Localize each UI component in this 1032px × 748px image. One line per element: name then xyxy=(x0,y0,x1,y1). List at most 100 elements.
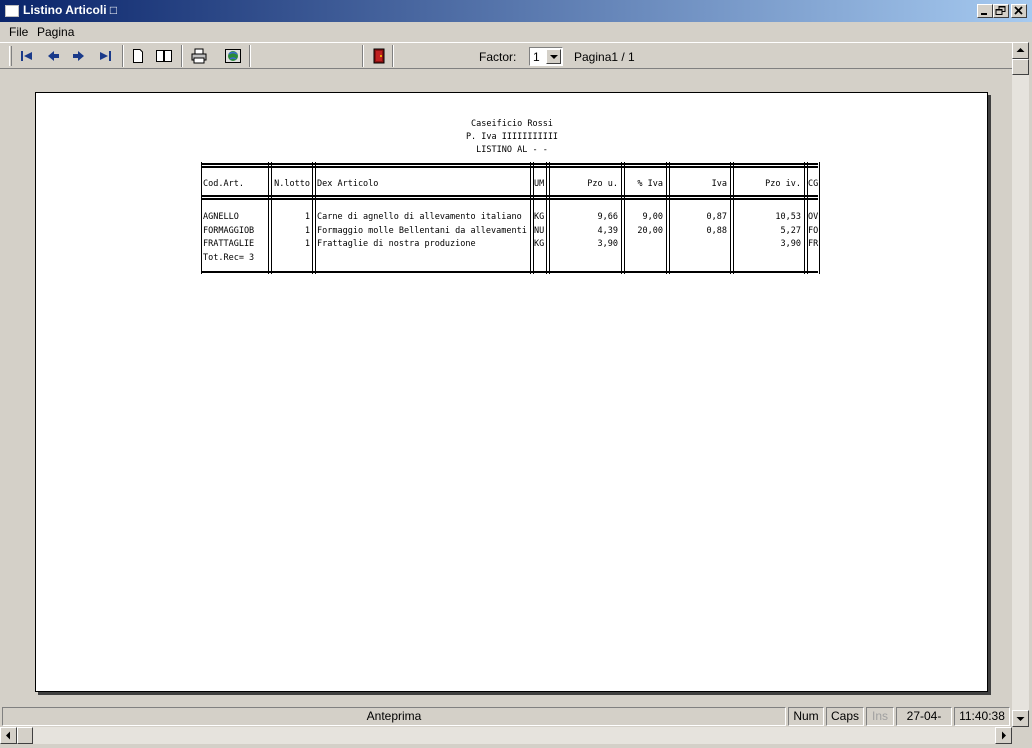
total-records: Tot.Rec= 3 xyxy=(203,253,255,263)
table-rule-header xyxy=(202,195,818,197)
restore-button[interactable] xyxy=(993,4,1009,18)
table-cell: Frattaglie di nostra produzione xyxy=(317,239,476,249)
table-column-divider xyxy=(315,162,316,274)
table-column-divider xyxy=(201,162,202,274)
arrow-right-icon xyxy=(1002,731,1006,740)
first-page-icon xyxy=(21,51,32,61)
header-pzo-u: Pzo u. xyxy=(587,179,618,189)
table-cell: 10,53 xyxy=(775,212,801,222)
table-cell: 3,90 xyxy=(597,239,618,249)
table-column-divider xyxy=(530,162,531,274)
printer-icon xyxy=(191,48,207,64)
arrow-up-icon xyxy=(1016,48,1025,52)
header-dex-articolo: Dex Articolo xyxy=(317,179,379,189)
report-vat: P. Iva IIIIIIIIIII xyxy=(465,132,559,142)
table-column-divider xyxy=(730,162,731,274)
table-cell: Carne di agnello di allevamento italiano xyxy=(317,212,522,222)
next-page-button[interactable] xyxy=(68,46,90,66)
table-cell: NU xyxy=(534,226,545,236)
scroll-right-button[interactable] xyxy=(995,727,1012,744)
table-rule-top xyxy=(202,163,818,165)
table-cell: 20,00 xyxy=(637,226,663,236)
table-column-divider xyxy=(312,162,313,274)
dropdown-arrow-icon[interactable] xyxy=(546,49,561,64)
exit-button[interactable] xyxy=(368,46,390,66)
scroll-thumb[interactable] xyxy=(17,727,33,744)
menu-file[interactable]: File xyxy=(9,25,28,39)
table-column-divider xyxy=(268,162,269,274)
last-page-button[interactable] xyxy=(94,46,116,66)
table-cell: 1 xyxy=(304,226,310,236)
previous-page-icon xyxy=(48,51,59,61)
factor-select[interactable]: 1 xyxy=(529,47,563,66)
table-cell: OV xyxy=(808,212,819,222)
status-message: Anteprima xyxy=(2,707,786,726)
previous-page-button[interactable] xyxy=(42,46,64,66)
horizontal-scrollbar[interactable] xyxy=(0,727,1012,744)
table-cell: FO xyxy=(808,226,819,236)
toolbar-grip xyxy=(9,46,12,66)
report-company: Caseificio Rossi xyxy=(471,119,553,129)
menu-bar: File Pagina xyxy=(0,22,1032,42)
header-cod-art: Cod.Art. xyxy=(203,179,244,189)
table-cell: KG xyxy=(534,212,545,222)
menu-pagina[interactable]: Pagina xyxy=(37,25,74,39)
header-perc-iva: % Iva xyxy=(637,179,663,189)
status-time: 11:40:38 xyxy=(954,707,1010,726)
header-cg: CG xyxy=(808,179,819,189)
table-cell: 5,27 xyxy=(780,226,801,236)
table-cell: 9,66 xyxy=(597,212,618,222)
header-n-lotto: N.lotto xyxy=(274,179,310,189)
title-bar: Listino Articoli □ xyxy=(0,0,1032,22)
close-button[interactable] xyxy=(1011,4,1027,18)
table-column-divider xyxy=(666,162,667,274)
table-cell: 0,87 xyxy=(706,212,727,222)
scroll-up-button[interactable] xyxy=(1012,42,1029,59)
app-icon xyxy=(5,5,19,17)
next-page-icon xyxy=(73,51,84,61)
factor-label: Factor: xyxy=(479,50,517,64)
status-bar: Anteprima Num Caps Ins 27-04-2016 11:40:… xyxy=(0,705,1012,727)
scroll-down-button[interactable] xyxy=(1012,710,1029,727)
scroll-thumb[interactable] xyxy=(1012,59,1029,75)
toolbar-separator xyxy=(181,45,183,67)
page-indicator: Pagina1 / 1 xyxy=(574,50,635,64)
table-rule-top xyxy=(202,166,818,168)
two-pages-icon xyxy=(156,50,172,62)
first-page-button[interactable] xyxy=(16,46,38,66)
minimize-button[interactable] xyxy=(977,4,993,18)
close-icon xyxy=(1014,6,1023,15)
table-rule-bottom xyxy=(202,271,818,273)
table-column-divider xyxy=(546,162,547,274)
vertical-scrollbar[interactable] xyxy=(1012,42,1029,727)
header-um: UM xyxy=(534,179,545,189)
toolbar-separator xyxy=(392,45,394,67)
table-cell: 3,90 xyxy=(780,239,801,249)
header-iva: Iva xyxy=(711,179,727,189)
minimize-icon xyxy=(981,13,987,15)
export-button[interactable] xyxy=(222,46,244,66)
table-cell: Formaggio molle Bellentani da allevament… xyxy=(317,226,527,236)
window-title: Listino Articoli □ xyxy=(23,3,118,17)
restore-icon xyxy=(995,6,1006,15)
arrow-down-icon xyxy=(1016,717,1025,721)
table-cell: 0,88 xyxy=(706,226,727,236)
toolbar-separator xyxy=(249,45,251,67)
report-listino-date: LISTINO AL - - xyxy=(476,145,548,155)
factor-value: 1 xyxy=(533,50,540,64)
arrow-left-icon xyxy=(6,731,10,740)
table-cell: KG xyxy=(534,239,545,249)
status-ins: Ins xyxy=(866,707,894,726)
scroll-left-button[interactable] xyxy=(0,727,17,744)
status-caps: Caps xyxy=(826,707,864,726)
table-cell: 1 xyxy=(304,212,310,222)
table-cell: 4,39 xyxy=(597,226,618,236)
report-table: Cod.Art. N.lotto Dex Articolo UM Pzo u. … xyxy=(200,162,822,274)
last-page-icon xyxy=(100,51,111,61)
single-page-button[interactable] xyxy=(127,46,149,66)
print-button[interactable] xyxy=(188,46,210,66)
header-pzo-iv: Pzo iv. xyxy=(765,179,801,189)
two-pages-button[interactable] xyxy=(153,46,175,66)
toolbar-separator xyxy=(122,45,124,67)
table-cell: 1 xyxy=(304,239,310,249)
